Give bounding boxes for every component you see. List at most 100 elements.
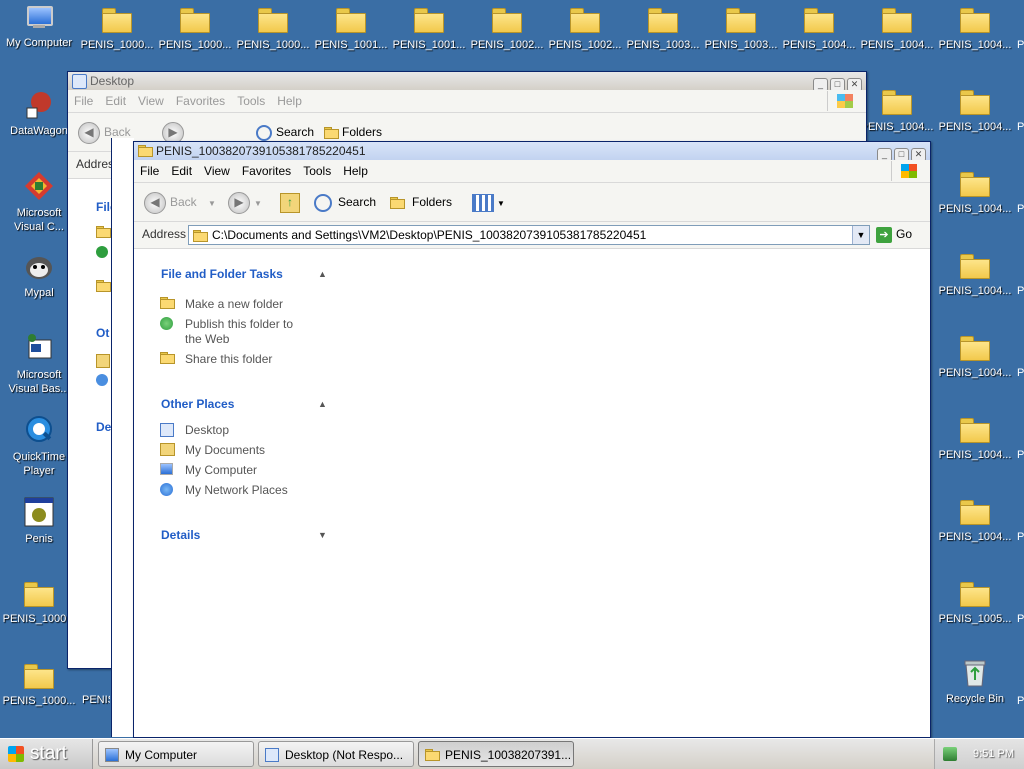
details-header[interactable]: Details ▼: [134, 525, 354, 545]
desktop-icon-label: PENIS_1000...: [158, 39, 232, 51]
desktop-folder[interactable]: PENIS_1004...: [859, 86, 935, 134]
explorer-addressbar: Address C:\Documents and Settings\VM2\De…: [134, 222, 930, 249]
desktop-icon-my-computer[interactable]: My Computer: [1, 4, 77, 50]
search-icon: [314, 193, 332, 212]
network-tray-icon[interactable]: [943, 747, 957, 761]
desktop-folder[interactable]: PENIS_1005...: [937, 578, 1013, 626]
back-window-title: Desktop: [90, 74, 135, 88]
desktop-icon-quicktime[interactable]: QuickTime Player: [1, 414, 77, 478]
my-documents-icon: [160, 443, 175, 456]
menu-edit[interactable]: Edit: [165, 160, 198, 182]
address-dropdown-button[interactable]: ▼: [852, 226, 869, 244]
desktop-icon-label: PENIS_1004...: [938, 449, 1012, 461]
start-button[interactable]: start: [0, 739, 93, 769]
desktop-folder[interactable]: PENIS_1004...: [937, 250, 1013, 298]
desktop-folder[interactable]: PENIS_1004...: [781, 4, 857, 52]
explorer-titlebar[interactable]: PENIS_10038207391053817852204​51 _ □ ✕: [134, 142, 930, 162]
desktop-icon-visual-basic[interactable]: Microsoft Visual Bas...: [1, 332, 77, 396]
desktop-icon-recycle-bin[interactable]: Recycle Bin: [937, 656, 1013, 706]
folder-icon: [492, 8, 522, 33]
desktop-folder[interactable]: PENIS_1004...: [937, 496, 1013, 544]
folders-button[interactable]: Folders: [390, 191, 452, 213]
desktop-folder[interactable]: PENIS_1001...: [313, 4, 389, 52]
desktop-icon-mypal[interactable]: Mypal: [1, 250, 77, 300]
place-my-computer[interactable]: My Computer: [134, 463, 354, 478]
explorer-menubar: File Edit View Favorites Tools Help: [134, 160, 930, 183]
desktop-icon-label: PENIS_1003...: [626, 39, 700, 51]
desktop-icon-label: PENIS_1002...: [470, 39, 544, 51]
penis-app-icon: [24, 497, 54, 527]
menu-file[interactable]: File: [68, 90, 99, 112]
desktop-icon-datawagon[interactable]: DataWagon: [1, 88, 77, 138]
desktop-folder[interactable]: PENIS_1000...: [157, 4, 233, 52]
windows-flag-icon: [8, 745, 24, 762]
place-desktop[interactable]: Desktop: [134, 423, 354, 438]
forward-button[interactable]: ▶ ▼: [228, 191, 262, 215]
menu-view[interactable]: View: [132, 90, 170, 112]
task-make-new-folder[interactable]: Make a new folder: [134, 297, 354, 312]
desktop-folder[interactable]: PENIS_1003...: [703, 4, 779, 52]
desktop-folder[interactable]: PENIS_1004...: [937, 86, 1013, 134]
desktop-folder[interactable]: PENIS_1001...: [391, 4, 467, 52]
desktop-folder[interactable]: PENIS_1004...: [859, 4, 935, 52]
desktop-icon-label: PENIS_1000...: [80, 39, 154, 51]
up-folder-button[interactable]: ↑: [280, 191, 300, 213]
taskbar-button-penis-folder[interactable]: PENIS_10038207391...: [418, 741, 574, 767]
menu-view[interactable]: View: [198, 160, 236, 182]
search-button[interactable]: Search: [314, 191, 376, 213]
desktop-folder[interactable]: PENIS_1000...: [1, 660, 77, 708]
desktop-folder[interactable]: PENIS_1000...: [79, 4, 155, 52]
menu-tools[interactable]: Tools: [297, 160, 337, 182]
back-details-heading: De: [96, 420, 112, 434]
back-window-titlebar[interactable]: Desktop _ □ ✕: [68, 72, 866, 92]
visual-basic-icon: [28, 334, 52, 359]
task-publish-folder[interactable]: Publish this folder to the Web: [134, 317, 305, 347]
place-my-documents[interactable]: My Documents: [134, 443, 354, 458]
folders-button[interactable]: Folders: [324, 121, 382, 143]
desktop-icon-label: PENIS_1004...: [782, 39, 856, 51]
go-button[interactable]: ➔ Go: [876, 225, 912, 243]
taskbar-button-desktop[interactable]: Desktop (Not Respo...: [258, 741, 414, 767]
desktop-folder[interactable]: PENIS_1004...: [937, 168, 1013, 216]
views-button[interactable]: ▼: [472, 191, 505, 215]
explorer-window[interactable]: PENIS_10038207391053817852204​51 _ □ ✕ Fil…: [133, 141, 931, 738]
back-window-menubar: File Edit View Favorites Tools Help: [68, 90, 866, 113]
desktop-folder[interactable]: PENIS_1004...: [937, 414, 1013, 462]
task-share-folder[interactable]: Share this folder: [134, 352, 354, 367]
taskbar-button-my-computer[interactable]: My Computer: [98, 741, 254, 767]
clock[interactable]: 9:51 PM: [973, 748, 1014, 760]
datawagon-icon: [26, 92, 51, 119]
folder-icon: [726, 8, 756, 33]
search-button[interactable]: Search: [256, 121, 314, 143]
menu-edit[interactable]: Edit: [99, 90, 132, 112]
desktop-icon-visual-c[interactable]: Microsoft Visual C...: [1, 170, 77, 234]
network-places-icon: [160, 483, 173, 496]
desktop-folder[interactable]: PENIS_1000...: [1, 578, 77, 626]
desktop-folder[interactable]: PENIS_1004...: [937, 4, 1013, 52]
desktop-icon-label: Recycle Bin: [945, 693, 1005, 705]
folder-icon: [960, 254, 990, 279]
desktop-folder[interactable]: PENIS_1000...: [235, 4, 311, 52]
go-arrow-icon: ➔: [876, 226, 892, 243]
desktop-folder[interactable]: PENIS_1003...: [625, 4, 701, 52]
desktop-folder[interactable]: PENIS_1002...: [547, 4, 623, 52]
place-network-places[interactable]: My Network Places: [134, 483, 354, 498]
menu-help[interactable]: Help: [271, 90, 308, 112]
share-folder-icon: [160, 352, 176, 367]
menu-help[interactable]: Help: [337, 160, 374, 182]
desktop-folder[interactable]: PENIS_1004...: [937, 332, 1013, 380]
back-button[interactable]: ◀ Back ▼: [144, 191, 216, 215]
menu-tools[interactable]: Tools: [231, 90, 271, 112]
menu-file[interactable]: File: [134, 160, 165, 182]
desktop-folder[interactable]: PENIS_1002...: [469, 4, 545, 52]
menu-favorites[interactable]: Favorites: [236, 160, 297, 182]
desktop-icon-penis[interactable]: Penis: [1, 496, 77, 546]
desktop-icon-label: PENIS_1001...: [392, 39, 466, 51]
other-places-header[interactable]: Other Places ▲: [134, 394, 354, 414]
explorer-icon: [265, 748, 279, 762]
file-folder-tasks-header[interactable]: File and Folder Tasks ▲: [134, 264, 354, 284]
menu-favorites[interactable]: Favorites: [170, 90, 231, 112]
folder-icon: [882, 8, 912, 33]
folder-icon: [96, 226, 111, 238]
address-input[interactable]: C:\Documents and Settings\VM2\Desktop\PE…: [188, 225, 870, 245]
